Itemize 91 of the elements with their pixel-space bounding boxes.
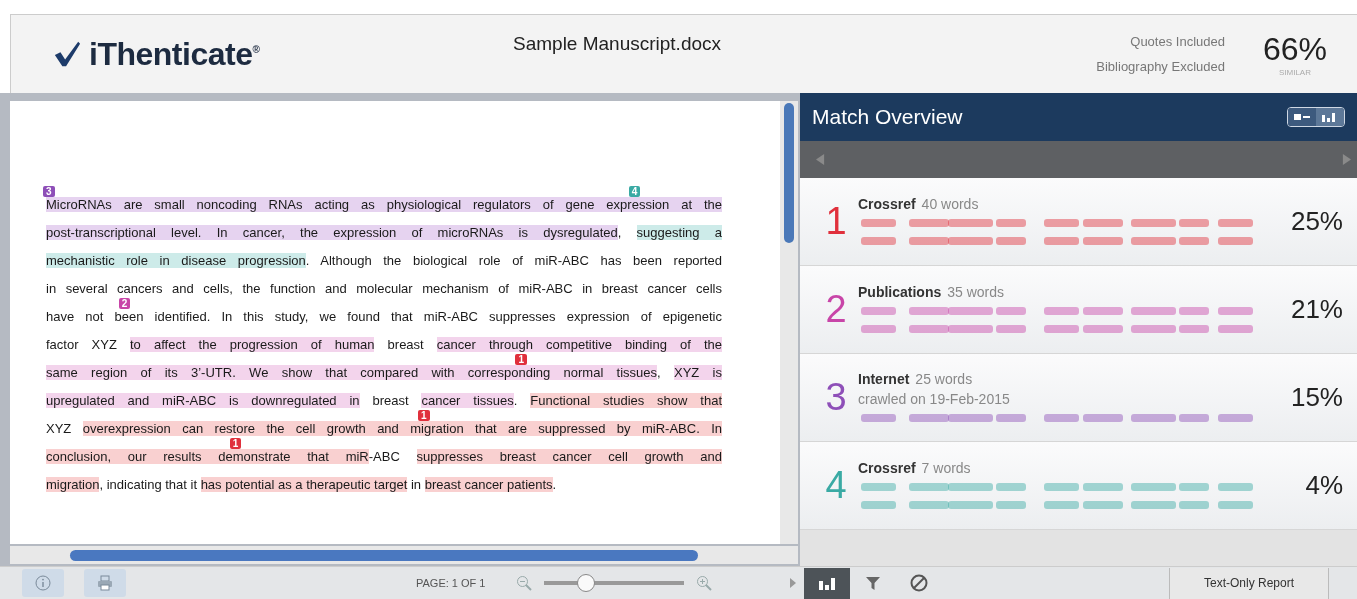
highlighted-text: cancer tissues (421, 393, 514, 408)
zoom-in-icon[interactable] (695, 575, 712, 591)
similarity-label: SIMILAR (1278, 68, 1311, 77)
highlighted-text: mechanistic role in disease progression (46, 253, 306, 268)
caret-icon[interactable] (790, 578, 796, 588)
info-button[interactable] (22, 569, 64, 597)
match-badge[interactable]: 4 (628, 186, 641, 197)
match-row[interactable]: 4 Crossref 7 words 4% (800, 442, 1357, 530)
bar-chart-icon (819, 576, 835, 590)
panel-title: Match Overview (812, 105, 963, 129)
bar-chart-icon (1322, 112, 1338, 122)
checkmark-icon (53, 40, 81, 68)
prohibited-icon (910, 574, 928, 592)
match-percentage: 4% (1304, 470, 1343, 501)
word-count: 35 words (947, 283, 1005, 300)
print-button[interactable] (84, 569, 126, 597)
highlighted-text: suppresses breast cancer cell growth and (416, 449, 722, 464)
printer-icon (97, 575, 113, 591)
match-number: 2 (824, 288, 848, 331)
report-setting[interactable]: Quotes Included (1130, 34, 1225, 49)
list-view-icon (1294, 112, 1310, 122)
report-setting[interactable]: Bibliography Excluded (1096, 59, 1225, 74)
bar-chart-button[interactable] (804, 567, 850, 599)
vertical-scrollbar[interactable] (780, 101, 798, 544)
source-type: Publications (858, 283, 942, 300)
highlighted-text: post-transcriptional level. In cancer, the expression of microRNAs is dysregulated (46, 225, 618, 240)
list-view-button[interactable] (1288, 108, 1316, 126)
page-indicator: PAGE: 1 OF 1 (416, 577, 486, 589)
match-badge[interactable]: 1 (515, 354, 527, 365)
document-title: Sample Manuscript.docx (513, 33, 723, 55)
highlighted-text: is downregulated in (229, 393, 360, 408)
highlighted-text: overexpression can restore the cell growth and m (82, 421, 422, 436)
document-text: , (657, 365, 662, 380)
document-text: . Although the biological role of miR-ABC has been reported (305, 253, 722, 268)
document-text: -ABC (368, 449, 401, 464)
match-badge[interactable]: 2 (118, 298, 131, 309)
source-type: Crossref (858, 195, 916, 212)
source-detail: crawled on 19-Feb-2015 (858, 390, 1011, 407)
match-badge[interactable]: 3 (43, 186, 55, 197)
highlighted-text: XYZ is (674, 365, 722, 380)
highlighted-text: conclusion, our results de (46, 449, 233, 464)
match-row[interactable]: 1 Crossref 40 words 25% (800, 178, 1357, 266)
bar-view-button[interactable] (1316, 108, 1344, 126)
document-text: breast (371, 393, 410, 408)
zoom-out-icon[interactable] (515, 575, 532, 591)
highlighted-text: monstrate that miR (232, 449, 369, 464)
document-text: , (617, 225, 623, 240)
word-count: 40 words (921, 195, 979, 212)
logo-text: iThenticate$^{®}$ (89, 35, 260, 73)
next-arrow-icon[interactable] (1342, 154, 1351, 165)
match-number: 3 (824, 376, 848, 419)
document-text: . (513, 393, 519, 408)
highlighted-text: breast cancer patients (424, 477, 553, 492)
match-row[interactable]: 2 Publications 35 words 21% (800, 266, 1357, 354)
highlighted-text: upregulated and miR-ABC (46, 393, 230, 408)
highlighted-text: same region of its 3’-UTR. We show that compared with correspo (46, 365, 519, 380)
word-count: 25 words (915, 370, 973, 387)
match-percentage: 25% (1289, 206, 1343, 237)
info-icon (35, 575, 51, 591)
highlighted-text: to affect the progression of human (130, 337, 375, 352)
match-badge[interactable]: 1 (418, 410, 430, 421)
match-number: 4 (824, 464, 848, 507)
document-text: in (409, 477, 423, 492)
zoom-slider-thumb[interactable] (576, 574, 595, 592)
document-text: breast (386, 337, 425, 352)
highlighted-text: suggesting a (636, 225, 722, 240)
similarity-score: 66% (1262, 31, 1327, 68)
previous-arrow-icon[interactable] (816, 154, 825, 165)
highlighted-text: igration that are suppressed by miR-ABC. In (421, 421, 722, 436)
match-number: 1 (824, 200, 848, 243)
highlighted-text: has potential as a therapeutic target (200, 477, 408, 492)
highlighted-text: MicroRNAs are small noncoding RNAs acting as physiological regulators of gene expr (46, 197, 632, 212)
document-text: , indicating that it (99, 477, 199, 492)
word-count: 7 words (921, 459, 971, 476)
document-text: een identified. In this study, we found that miR-ABC suppresses expression of epigenetic (121, 309, 722, 324)
highlighted-text: cancer through competitive binding of the (436, 337, 722, 352)
highlighted-text: Functional studies show that (530, 393, 722, 408)
horizontal-scrollbar[interactable] (10, 546, 798, 564)
document-text: . (552, 477, 557, 492)
text-only-report-button[interactable]: Text-Only Report (1168, 567, 1329, 599)
match-badge[interactable]: 1 (229, 438, 242, 449)
document-text: in several cancers and cells, the function and molecular mechanism of miR-ABC in breast cancer cells (46, 281, 722, 296)
document-text: factor XYZ (46, 337, 118, 352)
source-type: Crossref (858, 459, 916, 476)
filter-icon (865, 575, 881, 591)
match-percentage: 21% (1289, 294, 1343, 325)
match-percentage: 15% (1289, 382, 1343, 413)
document-text: XYZ (46, 421, 73, 436)
document-text: have not b (46, 309, 122, 324)
highlighted-text: ession at the (631, 197, 722, 212)
source-type: Internet (858, 370, 910, 387)
